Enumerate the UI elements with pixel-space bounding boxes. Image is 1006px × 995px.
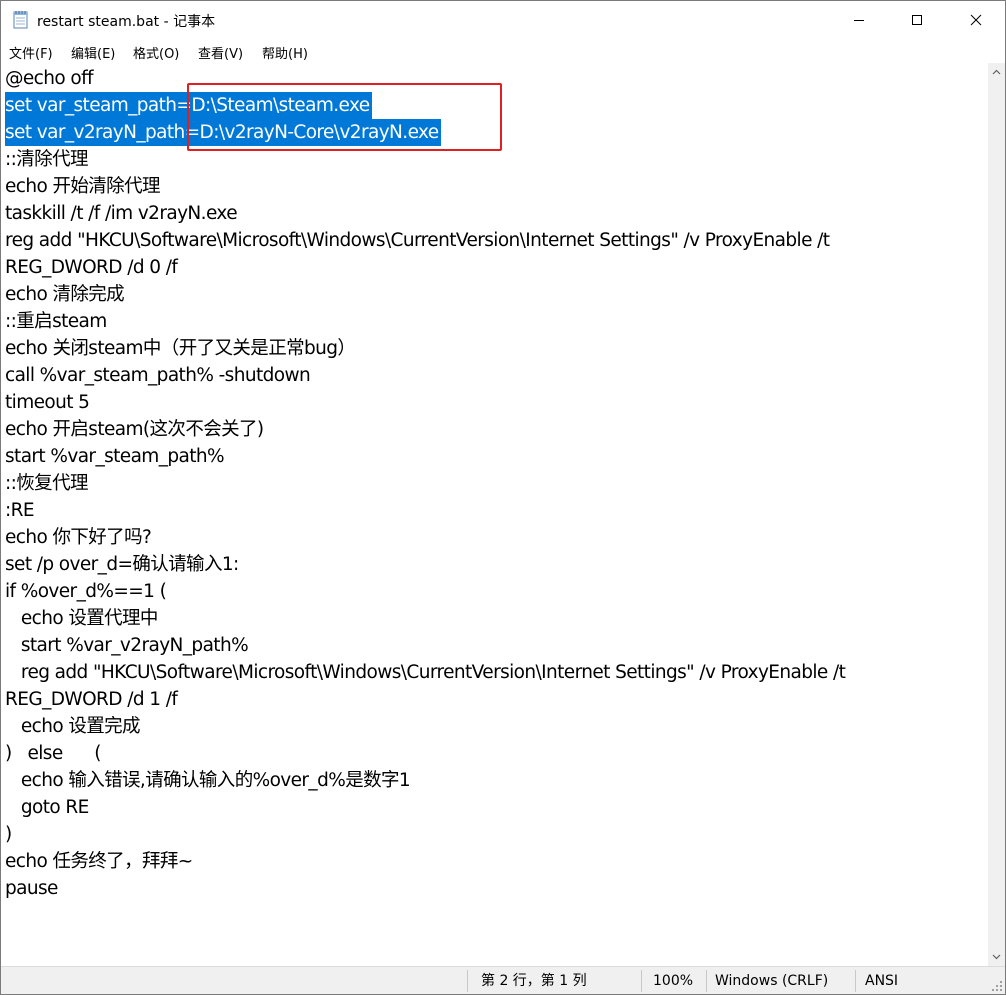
text-line[interactable]: start %var_steam_path% xyxy=(5,443,225,470)
text-line[interactable]: ::清除代理 xyxy=(5,146,88,173)
text-line[interactable]: call %var_steam_path% -shutdown xyxy=(5,362,311,389)
line-ending: Windows (CRLF) xyxy=(715,973,829,989)
notepad-icon xyxy=(13,11,28,29)
menu-bar: 文件(F) 编辑(E) 格式(O) 查看(V) 帮助(H) xyxy=(1,39,1005,63)
text-line[interactable]: reg add "HKCU\Software\Microsoft\Windows… xyxy=(5,227,830,254)
menu-help[interactable]: 帮助(H) xyxy=(262,43,308,62)
maximize-icon xyxy=(912,15,922,25)
maximize-button[interactable] xyxy=(888,1,946,39)
menu-edit[interactable]: 编辑(E) xyxy=(71,43,115,62)
minimize-icon xyxy=(854,20,864,21)
scroll-up-arrow-icon[interactable] xyxy=(992,69,1001,75)
status-separator xyxy=(855,970,856,992)
close-icon xyxy=(970,14,982,26)
text-line[interactable]: echo 开始清除代理 xyxy=(5,173,160,200)
vertical-scrollbar[interactable] xyxy=(988,63,1005,966)
text-line[interactable]: echo 设置代理中 xyxy=(5,605,159,632)
text-line[interactable]: ) xyxy=(5,821,12,848)
zoom-level: 100% xyxy=(653,973,694,989)
scroll-down-arrow-icon[interactable] xyxy=(992,954,1001,960)
text-line[interactable]: start %var_v2rayN_path% xyxy=(5,632,249,659)
title-bar[interactable]: restart steam.bat - 记事本 xyxy=(1,1,1005,39)
menu-view[interactable]: 查看(V) xyxy=(198,43,243,62)
text-line[interactable]: :RE xyxy=(5,497,35,524)
annotation-highlight-box xyxy=(187,83,502,151)
close-button[interactable] xyxy=(947,1,1005,39)
status-separator xyxy=(467,970,468,992)
window-title: restart steam.bat - 记事本 xyxy=(37,14,216,30)
text-line[interactable]: ::恢复代理 xyxy=(5,470,88,497)
status-separator xyxy=(641,970,642,992)
notepad-window: restart steam.bat - 记事本 文件(F) 编辑(E) 格式(O… xyxy=(0,0,1006,995)
text-line[interactable]: ::重启steam xyxy=(5,308,107,335)
text-line[interactable]: @echo off xyxy=(5,65,94,92)
resize-grip-icon[interactable] xyxy=(991,980,1003,992)
text-line[interactable]: echo 任务终了，拜拜~ xyxy=(5,848,193,875)
text-line[interactable]: goto RE xyxy=(5,794,89,821)
text-line[interactable]: reg add "HKCU\Software\Microsoft\Windows… xyxy=(5,659,846,686)
status-separator xyxy=(706,970,707,992)
text-line[interactable]: pause xyxy=(5,875,58,902)
text-line[interactable]: echo 清除完成 xyxy=(5,281,125,308)
text-line[interactable]: echo 输入错误,请确认输入的%over_d%是数字1 xyxy=(5,767,411,794)
text-line[interactable]: echo 你下好了吗? xyxy=(5,524,152,551)
menu-file[interactable]: 文件(F) xyxy=(9,43,53,62)
encoding: ANSI xyxy=(865,973,899,989)
text-line[interactable]: timeout 5 xyxy=(5,389,90,416)
text-line[interactable]: echo 开启steam(这次不会关了) xyxy=(5,416,264,443)
text-line[interactable]: REG_DWORD /d 1 /f xyxy=(5,686,178,713)
text-line[interactable]: if %over_d%==1 ( xyxy=(5,578,167,605)
minimize-button[interactable] xyxy=(830,1,888,39)
text-editor[interactable]: @echo off set var_steam_path=D:\Steam\ste… xyxy=(1,63,988,966)
text-line[interactable]: ) else ( xyxy=(5,740,102,767)
text-line[interactable]: REG_DWORD /d 0 /f xyxy=(5,254,178,281)
cursor-position: 第 2 行，第 1 列 xyxy=(481,973,587,989)
text-line[interactable]: echo 关闭steam中（开了又关是正常bug） xyxy=(5,335,356,362)
text-line[interactable]: taskkill /t /f /im v2rayN.exe xyxy=(5,200,238,227)
menu-format[interactable]: 格式(O) xyxy=(133,43,179,62)
status-bar: 第 2 行，第 1 列 100% Windows (CRLF) ANSI xyxy=(1,966,1005,994)
text-line[interactable]: echo 设置完成 xyxy=(5,713,141,740)
text-line[interactable]: set /p over_d=确认请输入1: xyxy=(5,551,239,578)
